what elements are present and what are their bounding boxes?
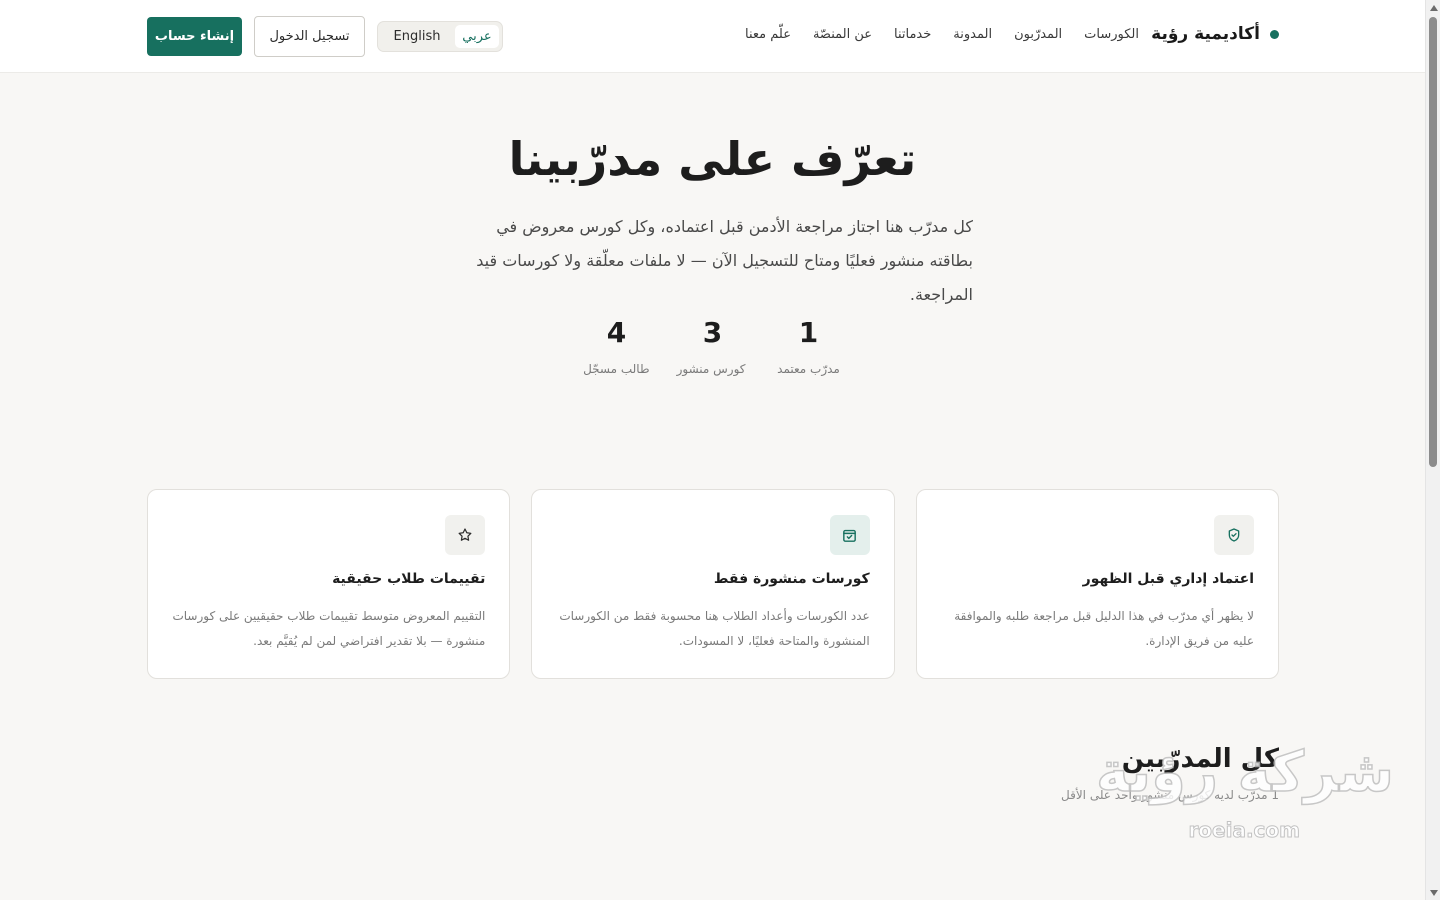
nav-link-courses[interactable]: الكورسات [1084, 27, 1139, 42]
watermark-domain: roeia.com [1188, 818, 1301, 843]
nav-link-teach[interactable]: علّم معنا [745, 27, 791, 42]
lang-option-english[interactable]: English [381, 25, 453, 48]
scrollbar-thumb[interactable] [1429, 17, 1437, 467]
feature-card-title: تقييمات طلاب حقيقية [332, 571, 486, 587]
brand-dot-icon [1270, 29, 1279, 39]
section-title: كل المدرّبين [1121, 744, 1279, 774]
stat-courses: 3 كورس منشور [676, 316, 746, 376]
stat-value: 4 [606, 316, 627, 349]
feature-card: تقييمات طلاب حقيقية التقييم المعروض متوس… [147, 489, 511, 679]
main-nav: الكورسات المدرّبون المدونة خدماتنا عن ال… [745, 27, 1139, 42]
stat-label: طالب مسجّل [583, 362, 650, 376]
top-navbar: أكاديمية رؤية الكورسات المدرّبون المدونة… [0, 0, 1425, 73]
star-icon [445, 515, 486, 555]
stat-label: مدرّب معتمد [777, 362, 840, 376]
nav-link-blog[interactable]: المدونة [953, 27, 992, 42]
page-title: تعرّف على مدرّبينا [508, 132, 917, 186]
scroll-down-arrow-icon[interactable] [1429, 888, 1438, 897]
page-subtitle: كل مدرّب هنا اجتاز مراجعة الأدمن قبل اعت… [476, 217, 973, 304]
nav-link-trainers[interactable]: المدرّبون [1014, 27, 1062, 42]
brand[interactable]: أكاديمية رؤية [1151, 24, 1279, 44]
stat-trainers: 1 مدرّب معتمد [776, 316, 842, 376]
scroll-up-arrow-icon[interactable] [1429, 3, 1438, 12]
page: أكاديمية رؤية الكورسات المدرّبون المدونة… [0, 0, 1425, 900]
feature-card-desc: التقييم المعروض متوسط تقييمات طلاب حقيقي… [172, 609, 486, 648]
feature-card-title: اعتماد إداري قبل الظهور [1082, 571, 1254, 587]
language-switch: English عربي [377, 21, 503, 52]
feature-card-title: كورسات منشورة فقط [713, 571, 870, 587]
feature-card: كورسات منشورة فقط عدد الكورسات وأعداد ال… [531, 489, 895, 679]
feature-card: اعتماد إداري قبل الظهور لا يظهر أي مدرّب… [915, 489, 1279, 679]
lang-option-arabic[interactable]: عربي [455, 25, 499, 48]
stat-students: 4 طالب مسجّل [583, 316, 650, 376]
nav-link-about[interactable]: عن المنصّة [813, 27, 872, 42]
feature-cards: اعتماد إداري قبل الظهور لا يظهر أي مدرّب… [147, 489, 1279, 679]
nav-link-services[interactable]: خدماتنا [894, 27, 931, 42]
stat-value: 3 [702, 316, 723, 349]
section-subtitle: 1 مدرّب لديه كورس منشور واحد على الأقل [1061, 788, 1279, 802]
feature-card-desc: لا يظهر أي مدرّب في هذا الدليل قبل مراجع… [954, 609, 1254, 648]
stat-label: كورس منشور [676, 362, 746, 376]
calendar-check-icon [829, 515, 870, 555]
signup-button[interactable]: إنشاء حساب [147, 17, 242, 56]
stats-row: 1 مدرّب معتمد 3 كورس منشور 4 طالب مسجّل [0, 316, 1425, 376]
feature-card-desc: عدد الكورسات وأعداد الطلاب هنا محسوبة فق… [559, 609, 870, 648]
login-button[interactable]: تسجيل الدخول [254, 16, 365, 57]
brand-name: أكاديمية رؤية [1151, 24, 1260, 44]
stat-value: 1 [798, 316, 819, 349]
shield-check-icon [1214, 515, 1254, 555]
vertical-scrollbar[interactable] [1425, 0, 1440, 900]
